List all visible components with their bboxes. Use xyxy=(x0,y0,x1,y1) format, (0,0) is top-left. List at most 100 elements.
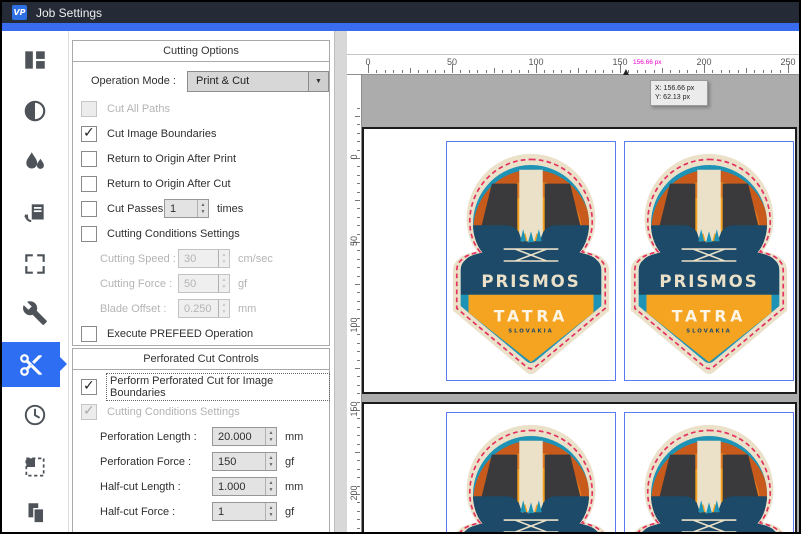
label-object[interactable]: PRISMOSTATRASLOVAKIA xyxy=(446,141,616,381)
ruler-tick xyxy=(357,276,360,277)
half-cut-force-spinner[interactable]: 1▲▼ xyxy=(212,502,277,521)
blade-offset-label: Blade Offset : xyxy=(100,303,178,315)
ink-drops-icon xyxy=(22,149,48,175)
badge-svg: PRISMOSTATRASLOVAKIA xyxy=(447,142,615,380)
operation-mode-select[interactable]: Print & Cut ▼ xyxy=(187,71,329,92)
schedule-clock-icon xyxy=(22,402,48,428)
sidebar-item-ink-drops[interactable] xyxy=(2,142,67,182)
label-object[interactable]: PRISMOSTATRASLOVAKIA xyxy=(624,141,794,381)
cutting-scissors-icon xyxy=(18,352,44,378)
spin-down-icon[interactable]: ▼ xyxy=(266,437,276,444)
ruler-tick xyxy=(355,284,361,285)
perform-perforated-cut-for-image-boundaries-checkbox[interactable] xyxy=(81,379,97,395)
sidebar-item-cutting-scissors[interactable] xyxy=(2,342,60,387)
ruler-tick xyxy=(612,70,613,73)
spin-down-icon[interactable]: ▼ xyxy=(266,462,276,469)
spin-down-icon[interactable]: ▼ xyxy=(198,209,208,216)
label-object[interactable]: PRISMOSTATRASLOVAKIA xyxy=(624,412,794,532)
ruler-tick xyxy=(410,68,411,74)
cut-image-boundaries-label: Cut Image Boundaries xyxy=(107,128,216,140)
spin-up-icon[interactable]: ▲ xyxy=(266,505,276,512)
sidebar-item-copies-pages[interactable] xyxy=(2,493,67,533)
label-object[interactable]: PRISMOSTATRASLOVAKIA xyxy=(446,412,616,532)
ruler-tick xyxy=(754,70,755,73)
ruler-tick xyxy=(357,376,360,377)
spin-down-icon: ▼ xyxy=(219,284,229,291)
h-ruler-label: 100 xyxy=(528,57,543,67)
spin-up-icon[interactable]: ▲ xyxy=(198,202,208,209)
perforation-force-value: 150 xyxy=(213,456,265,468)
ruler-tick xyxy=(357,343,360,344)
cut-image-boundaries-checkbox[interactable] xyxy=(81,126,97,142)
cutting-force-label: Cutting Force : xyxy=(100,278,178,290)
blade-offset-spinner: 0.250▲▼ xyxy=(178,299,230,318)
spin-down-icon: ▼ xyxy=(219,309,229,316)
layout-canvas[interactable]: PRISMOSTATRASLOVAKIAPRISMOSTATRASLOVAKIA… xyxy=(362,75,799,532)
ruler-tick xyxy=(355,116,361,117)
v-ruler-label: 0 xyxy=(349,147,359,167)
ruler-tick xyxy=(376,70,377,73)
sidebar xyxy=(2,31,69,532)
spin-up-icon[interactable]: ▲ xyxy=(266,480,276,487)
svg-text:SLOVAKIA: SLOVAKIA xyxy=(508,328,553,334)
cutting-options-group: Cutting Options Operation Mode : Print &… xyxy=(72,40,330,346)
ruler-tick xyxy=(444,70,445,73)
ruler-tick xyxy=(357,259,360,260)
perforation-force-spinner[interactable]: 150▲▼ xyxy=(212,452,277,471)
sidebar-item-tools-wrench[interactable] xyxy=(2,293,67,333)
copies-pages-icon xyxy=(22,500,48,526)
cutting-force-unit: gf xyxy=(238,278,247,290)
ruler-tick xyxy=(469,70,470,73)
page-2: PRISMOSTATRASLOVAKIAPRISMOSTATRASLOVAKIA xyxy=(362,402,797,532)
main-content: Cutting Options Operation Mode : Print &… xyxy=(2,31,799,532)
execute-prefeed-operation-checkbox[interactable] xyxy=(81,326,97,342)
spin-up-icon[interactable]: ▲ xyxy=(266,430,276,437)
ruler-tick xyxy=(712,70,713,73)
return-to-origin-after-print-checkbox[interactable] xyxy=(81,151,97,167)
spinner-arrows: ▲▼ xyxy=(218,300,229,317)
row-half-cut-force: Half-cut Force :1▲▼gf xyxy=(81,499,329,524)
perforation-force-label: Perforation Force : xyxy=(100,456,212,468)
badge-svg: PRISMOSTATRASLOVAKIA xyxy=(447,413,615,532)
svg-text:PRISMOS: PRISMOS xyxy=(481,271,580,291)
sidebar-item-rip-queue[interactable] xyxy=(2,193,67,233)
sidebar-item-selection-marquee[interactable] xyxy=(2,447,67,487)
cutting-conditions-settings-label: Cutting Conditions Settings xyxy=(107,228,240,240)
return-to-origin-after-cut-label: Return to Origin After Cut xyxy=(107,178,231,190)
sidebar-item-layout[interactable] xyxy=(2,40,67,80)
titlebar: VP Job Settings xyxy=(2,2,799,23)
spin-up-icon[interactable]: ▲ xyxy=(266,455,276,462)
cutting-options-title: Cutting Options xyxy=(73,41,329,62)
ruler-tick xyxy=(355,368,361,369)
ruler-tick xyxy=(771,70,772,73)
return-to-origin-after-cut-checkbox[interactable] xyxy=(81,176,97,192)
v-ruler-label: 200 xyxy=(349,483,359,503)
spin-down-icon[interactable]: ▼ xyxy=(266,512,276,519)
svg-text:SLOVAKIA: SLOVAKIA xyxy=(686,328,731,334)
ruler-tick xyxy=(357,108,360,109)
settings-panel: Cutting Options Operation Mode : Print &… xyxy=(69,31,334,532)
ruler-tick xyxy=(357,309,360,310)
sidebar-item-schedule-clock[interactable] xyxy=(2,395,67,435)
ruler-tick xyxy=(357,528,360,529)
panel-splitter[interactable] xyxy=(334,31,347,532)
h-ruler-label: 250 xyxy=(780,57,795,67)
row-cut-all-paths: Cut All Paths xyxy=(81,96,329,121)
sidebar-item-contrast[interactable] xyxy=(2,91,67,131)
cutting-conditions-settings-checkbox[interactable] xyxy=(81,226,97,242)
sidebar-item-crop-marks[interactable] xyxy=(2,244,67,284)
spin-down-icon[interactable]: ▼ xyxy=(266,487,276,494)
cut-passes-spinner[interactable]: 1▲▼ xyxy=(164,199,209,218)
chevron-down-icon[interactable]: ▼ xyxy=(308,72,328,91)
operation-mode-label: Operation Mode : xyxy=(91,75,187,87)
ruler-tick xyxy=(357,519,360,520)
ruler-tick xyxy=(418,70,419,73)
cutting-speed-spinner: 30▲▼ xyxy=(178,249,230,268)
layout-icon xyxy=(22,47,48,73)
cutting-force-value: 50 xyxy=(179,278,218,290)
cut-passes-checkbox[interactable] xyxy=(81,201,97,217)
perforation-length-spinner[interactable]: 20.000▲▼ xyxy=(212,427,277,446)
ruler-tick xyxy=(637,70,638,73)
ruler-tick xyxy=(494,68,495,74)
half-cut-length-spinner[interactable]: 1.000▲▼ xyxy=(212,477,277,496)
